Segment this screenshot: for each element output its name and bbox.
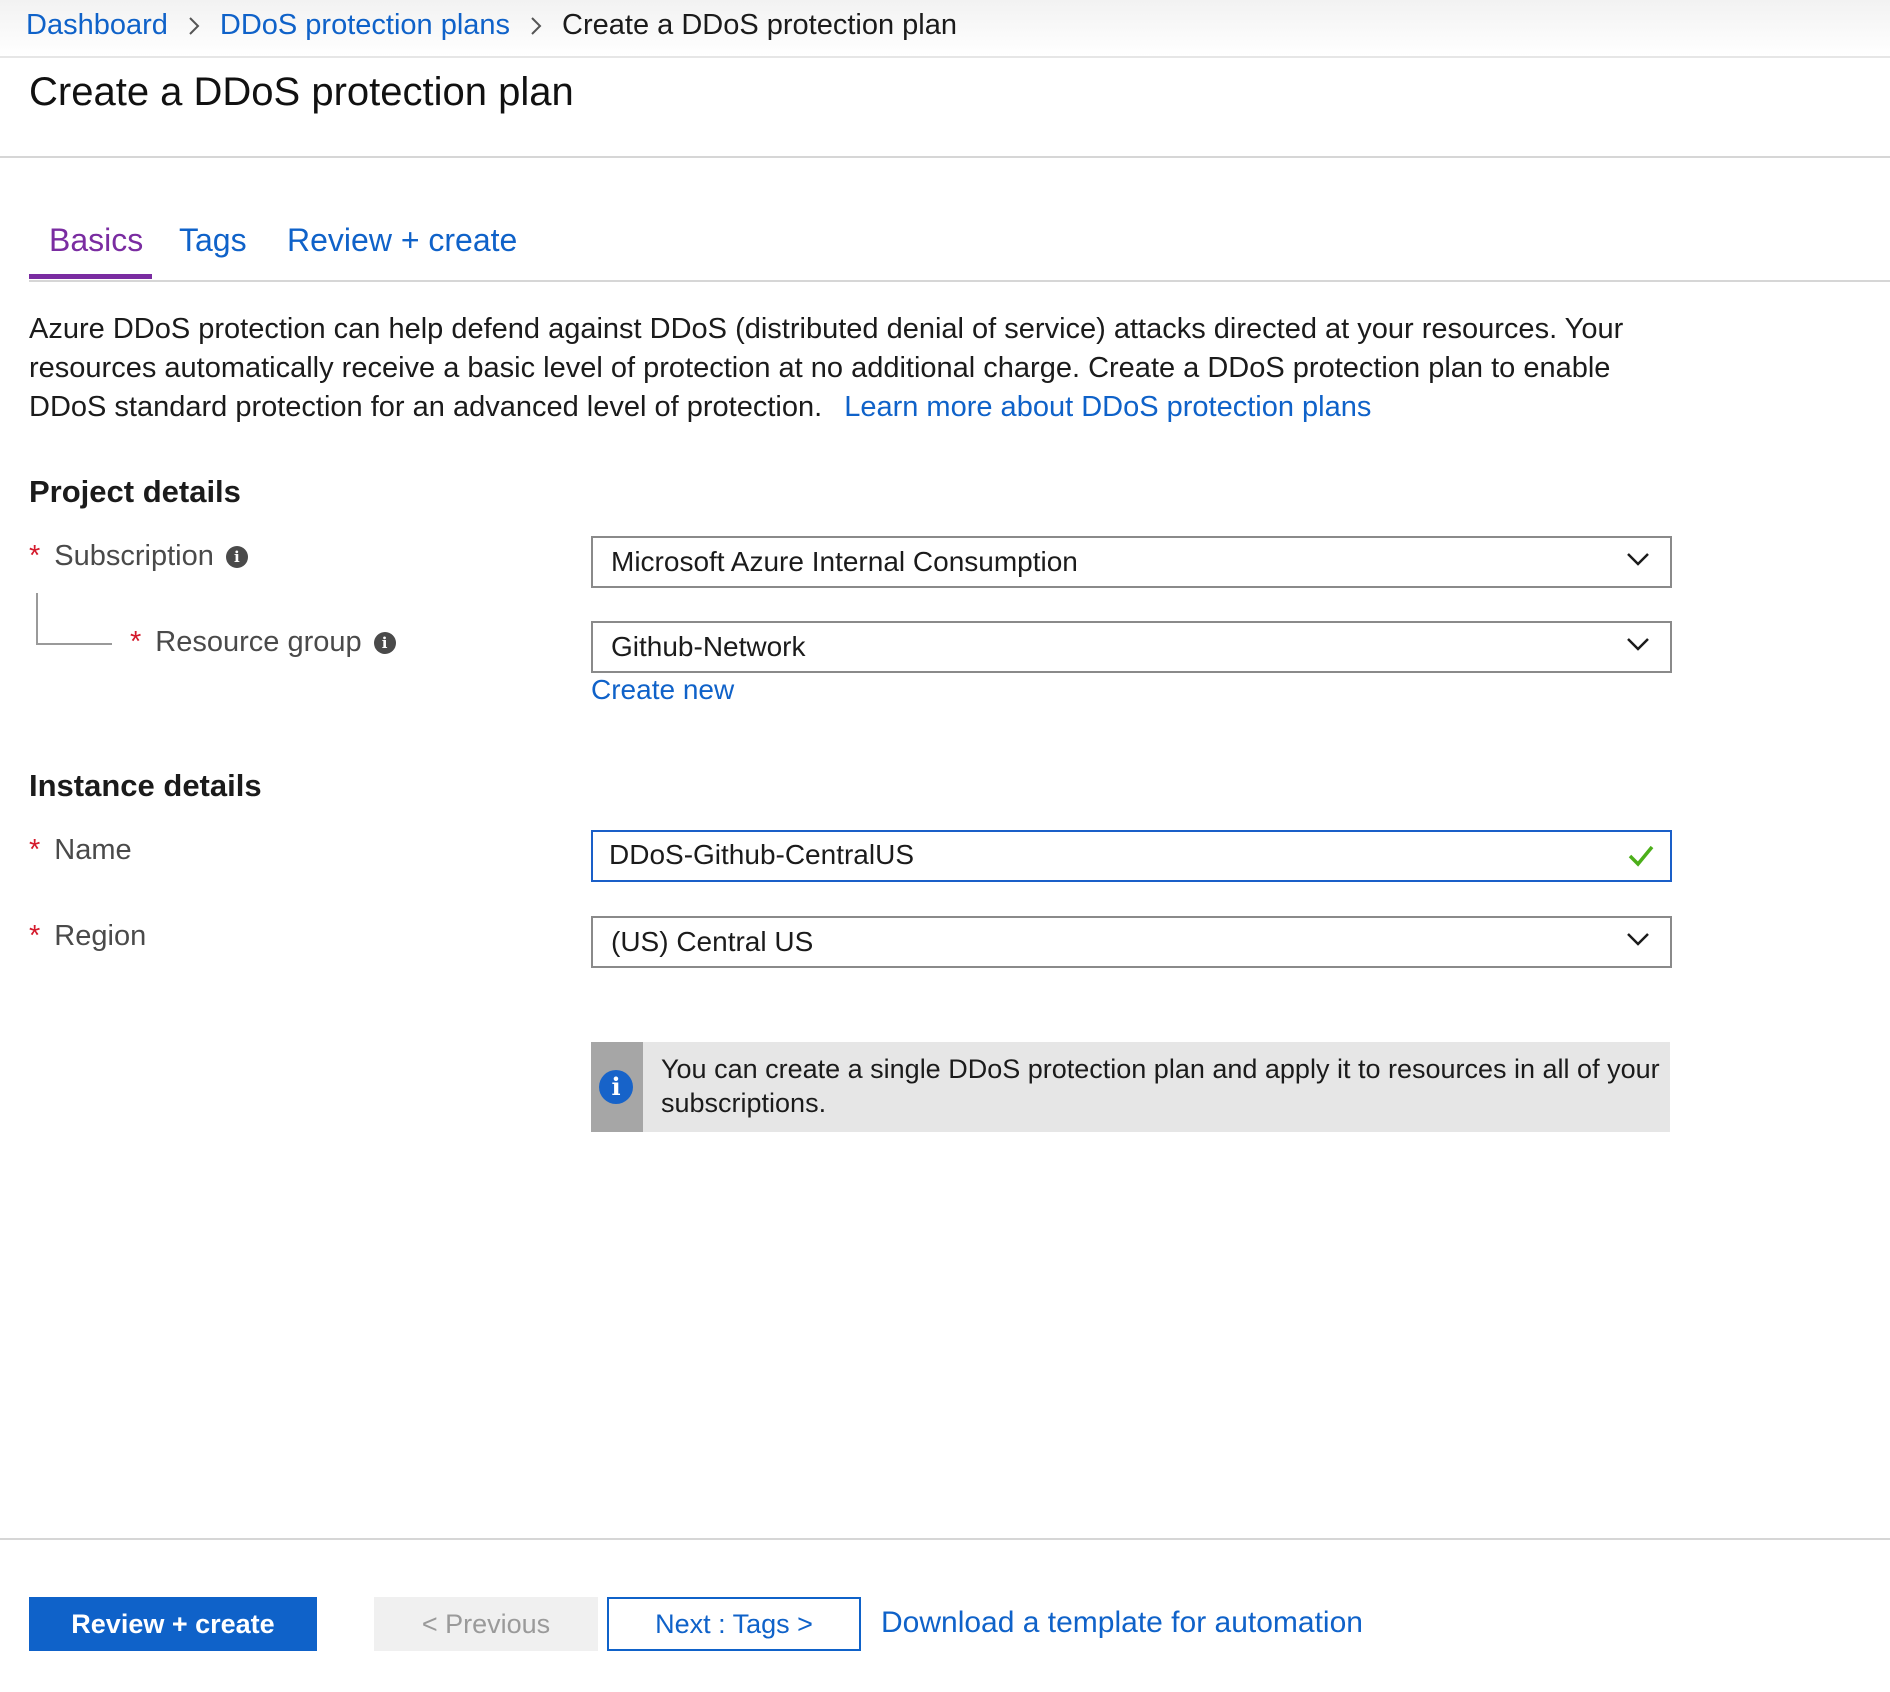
region-label: * Region (29, 920, 146, 953)
title-divider (0, 156, 1890, 158)
chevron-right-icon (168, 9, 220, 42)
next-tags-button[interactable]: Next : Tags > (607, 1597, 861, 1651)
checkmark-icon (1628, 844, 1654, 873)
required-asterisk: * (130, 626, 142, 658)
review-create-button[interactable]: Review + create (29, 1597, 317, 1651)
project-details-heading: Project details (29, 474, 241, 509)
region-value: (US) Central US (611, 926, 814, 957)
footer-divider (0, 1538, 1890, 1540)
chevron-down-icon (1626, 551, 1650, 572)
resource-group-label: * Resource group i (130, 626, 396, 659)
name-field[interactable] (591, 830, 1672, 882)
resource-group-label-text: Resource group (155, 626, 362, 658)
tabs-divider (29, 280, 1890, 282)
tab-basics[interactable]: Basics (49, 222, 143, 259)
required-asterisk: * (29, 920, 41, 952)
name-label-text: Name (54, 834, 132, 866)
chevron-down-icon (1626, 636, 1650, 657)
info-box-stripe: i (591, 1042, 643, 1132)
name-label: * Name (29, 834, 132, 867)
info-message-text: You can create a single DDoS protection … (661, 1054, 1660, 1118)
tab-review-create[interactable]: Review + create (287, 222, 517, 259)
resource-group-dropdown[interactable]: Github-Network (591, 621, 1672, 673)
intro-description: Azure DDoS protection can help defend ag… (29, 313, 1624, 423)
name-input[interactable] (609, 836, 1589, 874)
subscription-dropdown[interactable]: Microsoft Azure Internal Consumption (591, 536, 1672, 588)
tab-tags[interactable]: Tags (179, 222, 247, 259)
active-tab-indicator (29, 274, 152, 279)
chevron-down-icon (1626, 931, 1650, 952)
region-dropdown[interactable]: (US) Central US (591, 916, 1672, 968)
info-icon: i (599, 1070, 633, 1104)
breadcrumb-dashboard[interactable]: Dashboard (26, 9, 168, 41)
top-bar: Dashboard DDoS protection plans Create a D… (0, 0, 1890, 58)
required-asterisk: * (29, 834, 41, 866)
page-title: Create a DDoS protection plan (29, 70, 574, 114)
required-asterisk: * (29, 540, 41, 572)
learn-more-link[interactable]: Learn more about DDoS protection plans (844, 391, 1371, 423)
intro-text: Azure DDoS protection can help defend ag… (29, 310, 1689, 427)
breadcrumb: Dashboard DDoS protection plans Create a D… (26, 9, 957, 42)
tree-connector (36, 593, 112, 645)
previous-button[interactable]: < Previous (374, 1597, 598, 1651)
info-icon[interactable]: i (225, 546, 248, 569)
breadcrumb-ddos-plans[interactable]: DDoS protection plans (220, 9, 510, 41)
subscription-value: Microsoft Azure Internal Consumption (611, 546, 1078, 577)
subscription-label-text: Subscription (54, 540, 214, 572)
download-template-link[interactable]: Download a template for automation (881, 1606, 1363, 1640)
info-message-box: i You can create a single DDoS protectio… (591, 1042, 1670, 1132)
instance-details-heading: Instance details (29, 768, 262, 803)
info-icon[interactable]: i (373, 632, 396, 655)
chevron-right-icon (510, 9, 562, 42)
region-label-text: Region (54, 920, 147, 952)
resource-group-value: Github-Network (611, 631, 806, 662)
breadcrumb-current: Create a DDoS protection plan (562, 9, 957, 41)
create-new-link[interactable]: Create new (591, 674, 734, 706)
subscription-label: * Subscription i (29, 540, 248, 573)
